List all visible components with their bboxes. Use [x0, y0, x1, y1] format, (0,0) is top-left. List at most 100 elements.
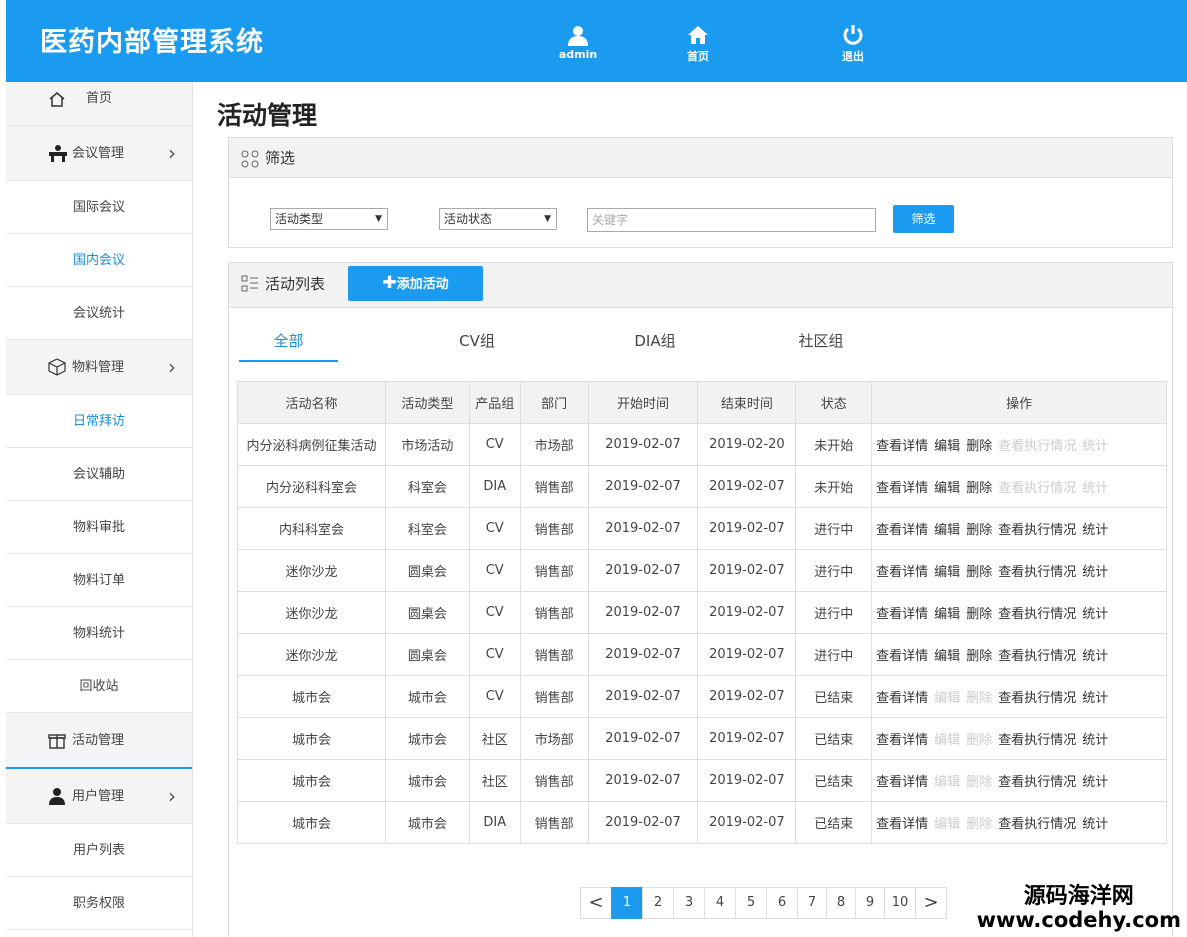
nav-home[interactable]: 首页	[668, 24, 728, 64]
edit-link[interactable]: 编辑	[934, 649, 960, 664]
table-cell: 迷你沙龙	[237, 549, 386, 592]
view-detail-link[interactable]: 查看详情	[876, 691, 928, 706]
next-page-button[interactable]: >	[915, 887, 947, 919]
tab-dia[interactable]: DIA组	[605, 328, 705, 362]
sidebar-item-material[interactable]: 物料管理 ›	[6, 340, 192, 395]
page-button[interactable]: 4	[704, 887, 736, 919]
view-detail-link[interactable]: 查看详情	[876, 481, 928, 496]
sidebar-item-home[interactable]: 首页	[6, 82, 192, 126]
delete-link[interactable]: 删除	[966, 649, 992, 664]
page-button[interactable]: 6	[766, 887, 798, 919]
view-execution-link[interactable]: 查看执行情况	[998, 775, 1076, 790]
view-detail-link[interactable]: 查看详情	[876, 565, 928, 580]
edit-link[interactable]: 编辑	[934, 565, 960, 580]
edit-link[interactable]: 编辑	[934, 439, 960, 454]
page-button[interactable]: 9	[855, 887, 885, 919]
view-execution-link[interactable]: 查看执行情况	[998, 649, 1076, 664]
prev-page-button[interactable]: <	[580, 887, 612, 919]
add-activity-button[interactable]: ✚添加活动	[348, 266, 483, 301]
delete-link[interactable]: 删除	[966, 481, 992, 496]
page-button[interactable]: 8	[826, 887, 856, 919]
list-panel-title: 活动列表	[265, 275, 326, 293]
view-detail-link[interactable]: 查看详情	[876, 775, 928, 790]
view-execution-link[interactable]: 查看执行情况	[998, 607, 1076, 622]
view-execution-link[interactable]: 查看执行情况	[998, 523, 1076, 538]
sidebar-item-meeting-stats[interactable]: 会议统计	[6, 287, 192, 340]
sidebar-item-material-order[interactable]: 物料订单	[6, 554, 192, 607]
delete-link[interactable]: 删除	[966, 607, 992, 622]
delete-link[interactable]: 删除	[966, 523, 992, 538]
nav-logout[interactable]: 退出	[823, 24, 883, 64]
view-detail-link[interactable]: 查看详情	[876, 733, 928, 748]
view-execution-link[interactable]: 查看执行情况	[998, 817, 1076, 832]
activity-type-select[interactable]: 活动类型 ▼	[270, 208, 388, 230]
view-detail-link[interactable]: 查看详情	[876, 607, 928, 622]
tab-community[interactable]: 社区组	[771, 328, 871, 362]
table-cell: 城市会	[384, 675, 470, 718]
page-button[interactable]: 1	[611, 887, 643, 919]
tab-cv[interactable]: CV组	[427, 328, 527, 362]
sidebar-item-domestic-meeting[interactable]: 国内会议	[6, 234, 192, 287]
edit-link[interactable]: 编辑	[934, 481, 960, 496]
stats-link[interactable]: 统计	[1082, 649, 1108, 664]
page-button[interactable]: 3	[673, 887, 705, 919]
edit-link[interactable]: 编辑	[934, 523, 960, 538]
table-cell: 2019-02-07	[697, 591, 797, 634]
sidebar-item-user[interactable]: 用户管理 ›	[6, 769, 192, 824]
stats-link[interactable]: 统计	[1082, 565, 1108, 580]
filter-button[interactable]: 筛选	[893, 205, 954, 233]
stats-link[interactable]: 统计	[1082, 523, 1108, 538]
stats-link[interactable]: 统计	[1082, 817, 1108, 832]
page-button[interactable]: 7	[797, 887, 827, 919]
sidebar-item-meeting-assist[interactable]: 会议辅助	[6, 448, 192, 501]
stats-link[interactable]: 统计	[1082, 775, 1108, 790]
view-execution-link[interactable]: 查看执行情况	[998, 691, 1076, 706]
dropdown-arrow-icon: ▼	[544, 214, 551, 224]
table-cell: CV	[468, 591, 521, 634]
app-title: 医药内部管理系统	[40, 27, 264, 58]
delete-link[interactable]: 删除	[966, 439, 992, 454]
table-cell: 已结束	[795, 675, 873, 718]
delete-link[interactable]: 删除	[966, 565, 992, 580]
edit-link[interactable]: 编辑	[934, 607, 960, 622]
table-cell: 销售部	[519, 591, 589, 634]
top-header: 医药内部管理系统 admin 首页 退出	[6, 0, 1187, 82]
table-cell: 2019-02-07	[697, 465, 797, 508]
sidebar-item-meeting[interactable]: 会议管理 ›	[6, 126, 192, 181]
sidebar-item-activity[interactable]: 活动管理	[6, 713, 192, 769]
sidebar-item-daily-visit[interactable]: 日常拜访	[6, 395, 192, 448]
sidebar-item-material-stats[interactable]: 物料统计	[6, 607, 192, 660]
page-button[interactable]: 10	[884, 887, 916, 919]
chevron-right-icon: ›	[168, 784, 176, 808]
keyword-input[interactable]: 关键字	[587, 208, 876, 232]
sidebar-item-label: 会议管理	[72, 146, 125, 161]
stats-link[interactable]: 统计	[1082, 691, 1108, 706]
user-icon	[49, 788, 65, 805]
table-cell: 内分泌科科室会	[237, 465, 386, 508]
delete-link: 删除	[966, 775, 993, 790]
stats-link[interactable]: 统计	[1082, 733, 1108, 748]
table-cell: 迷你沙龙	[237, 591, 386, 634]
view-detail-link[interactable]: 查看详情	[876, 523, 928, 538]
view-execution-link[interactable]: 查看执行情况	[998, 733, 1076, 748]
view-detail-link[interactable]: 查看详情	[876, 649, 928, 664]
sidebar-item-material-approval[interactable]: 物料审批	[6, 501, 192, 554]
sidebar-item-intl-meeting[interactable]: 国际会议	[6, 181, 192, 234]
view-execution-link[interactable]: 查看执行情况	[998, 565, 1076, 580]
tab-all[interactable]: 全部	[239, 328, 338, 362]
view-detail-link[interactable]: 查看详情	[876, 439, 928, 454]
table-cell: 科室会	[384, 507, 470, 550]
sidebar-item-recycle[interactable]: 回收站	[6, 660, 192, 713]
stats-link[interactable]: 统计	[1082, 607, 1108, 622]
sidebar-item-user-list[interactable]: 用户列表	[6, 824, 192, 877]
table-cell: 进行中	[795, 549, 873, 592]
table-cell: CV	[468, 633, 521, 676]
sidebar-item-job-permission[interactable]: 职务权限	[6, 877, 192, 930]
grid-icon	[241, 150, 259, 168]
page-button[interactable]: 5	[735, 887, 767, 919]
view-detail-link[interactable]: 查看详情	[876, 817, 928, 832]
nav-admin[interactable]: admin	[548, 24, 608, 61]
table-row: 城市会 城市会 CV 销售部 2019-02-07 2019-02-07 已结束 查看详情 编辑…	[237, 675, 1167, 718]
activity-status-select[interactable]: 活动状态 ▼	[439, 208, 557, 230]
page-button[interactable]: 2	[642, 887, 674, 919]
